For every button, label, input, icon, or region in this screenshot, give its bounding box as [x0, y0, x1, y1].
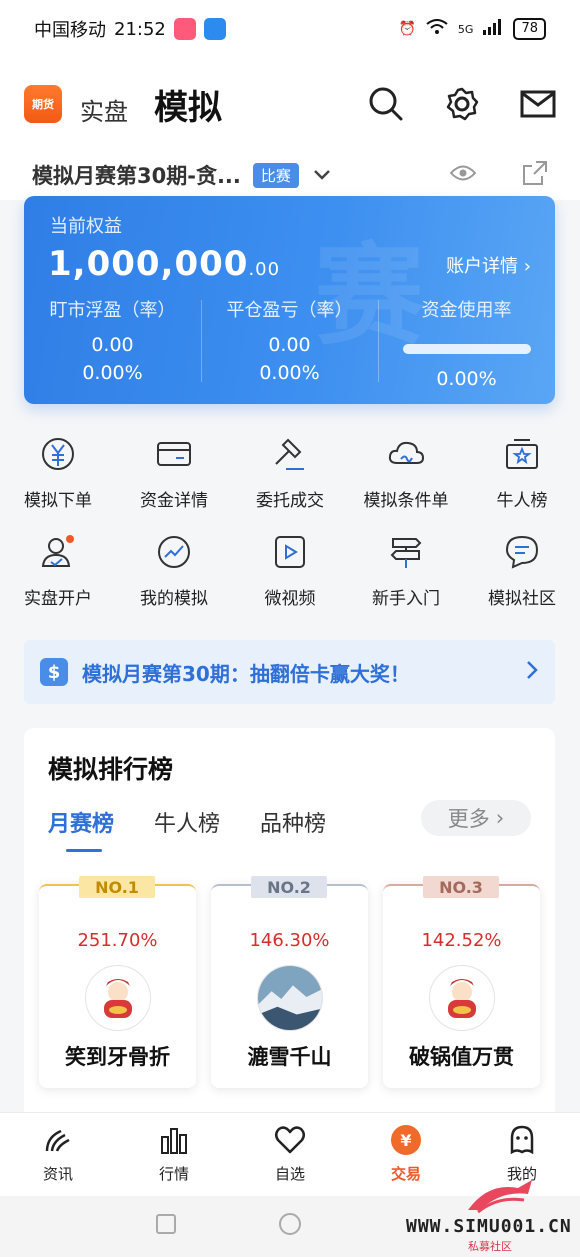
yuan-circle-icon	[38, 434, 78, 474]
home-button[interactable]	[279, 1213, 301, 1235]
competition-badge: 比赛	[252, 162, 299, 188]
chevron-right-icon: ›	[495, 806, 505, 830]
rank-badge: NO.2	[251, 876, 327, 898]
return-percent: 251.70%	[77, 930, 158, 951]
tab-by-product[interactable]: 品种榜	[260, 806, 326, 838]
watermark-url: WWW.SIMU001.CN	[406, 1216, 572, 1237]
search-icon[interactable]	[368, 86, 404, 122]
eye-icon[interactable]	[449, 164, 477, 186]
rank-card-1[interactable]: NO.1 251.70% 笑到牙骨折	[39, 876, 196, 1088]
trader-name: 破锅值万贯	[409, 1045, 514, 1069]
alarm-icon: ⏰	[398, 21, 416, 37]
promo-banner[interactable]: $ 模拟月赛第30期：抽翻倍卡赢大奖！	[24, 640, 555, 704]
avatar	[428, 965, 495, 1031]
return-percent: 142.52%	[421, 930, 502, 951]
grid-my-simulation[interactable]: 我的模拟	[116, 524, 232, 622]
signal-icon	[483, 19, 503, 39]
chat-icon	[502, 532, 542, 572]
tab-top-traders[interactable]: 牛人榜	[154, 806, 220, 838]
grid-fund-detail[interactable]: 资金详情	[116, 426, 232, 524]
user-add-icon	[38, 532, 78, 572]
more-button[interactable]: 更多 ›	[421, 800, 531, 836]
site-watermark: WWW.SIMU001.CN 私募社区	[406, 1176, 578, 1256]
grid-orders-fills[interactable]: 委托成交	[232, 426, 348, 524]
share-icon[interactable]	[522, 160, 548, 190]
grid-micro-video[interactable]: 微视频	[232, 524, 348, 622]
chevron-down-icon[interactable]	[313, 166, 331, 185]
equity-label: 当前权益	[50, 216, 122, 237]
trader-name: 笑到牙骨折	[65, 1045, 170, 1069]
battery-indicator: 78	[513, 18, 546, 40]
rank-badge: NO.3	[423, 876, 499, 898]
feature-grid: 模拟下单 资金详情 委托成交 模拟条件单 牛人榜 实盘开户 我的模拟 微视频 新…	[0, 426, 580, 622]
ranking-title: 模拟排行榜	[48, 755, 174, 784]
promo-text: 模拟月赛第30期：抽翻倍卡赢大奖！	[82, 661, 410, 686]
rank-card-3[interactable]: NO.3 142.52% 破锅值万贯	[383, 876, 540, 1088]
grid-sim-order[interactable]: 模拟下单	[0, 426, 116, 524]
recent-apps-button[interactable]	[156, 1214, 176, 1234]
cloud-icon	[386, 434, 426, 474]
ranking-card: 模拟排行榜 月赛榜 牛人榜 品种榜 更多 › NO.1 251.70% 笑到牙骨…	[24, 728, 555, 1128]
gavel-icon	[270, 434, 310, 474]
tab-news[interactable]: 资讯	[0, 1113, 116, 1196]
watermark-subtitle: 私募社区	[468, 1240, 512, 1253]
tab-market[interactable]: 行情	[116, 1113, 232, 1196]
equity-card: 赛 当前权益 1,000,000.00 账户详情 › 盯市浮盈（率） 0.00 …	[24, 196, 555, 404]
grid-beginner-guide[interactable]: 新手入门	[348, 524, 464, 622]
top-nav: 期货 实盘 模拟	[0, 58, 580, 150]
closed-pnl: 平仓盈亏（率） 0.00 0.00%	[201, 296, 378, 390]
chevron-right-icon: ›	[523, 256, 531, 277]
trader-name: 漉雪千山	[247, 1045, 332, 1069]
dollar-icon: $	[40, 658, 68, 686]
app-logo: 期货	[24, 85, 62, 123]
fund-usage: 资金使用率 0.00%	[378, 296, 555, 390]
app-notification-icon	[203, 18, 226, 40]
tab-real-trading[interactable]: 实盘	[80, 92, 128, 127]
gear-icon[interactable]	[444, 86, 480, 122]
trend-chart-icon	[154, 532, 194, 572]
profile-icon	[505, 1123, 539, 1157]
mail-icon[interactable]	[520, 89, 556, 119]
star-badge-icon	[502, 434, 542, 474]
chevron-right-icon	[525, 660, 539, 684]
return-percent: 146.30%	[249, 930, 330, 951]
signpost-icon	[386, 532, 426, 572]
grid-top-traders[interactable]: 牛人榜	[464, 426, 580, 524]
equity-value: 1,000,000.00	[48, 244, 281, 284]
status-bar: 中国移动 21:52 ⏰ 5G 78	[0, 0, 580, 58]
grid-conditional-order[interactable]: 模拟条件单	[348, 426, 464, 524]
account-selector[interactable]: 模拟月赛第30期-贪... 比赛	[0, 150, 580, 200]
play-icon	[270, 532, 310, 572]
tab-monthly-contest[interactable]: 月赛榜	[48, 806, 114, 852]
carrier-label: 中国移动	[34, 20, 106, 41]
rank-badge: NO.1	[79, 876, 155, 898]
trade-icon: ¥	[389, 1123, 423, 1157]
ranking-tabs: 月赛榜 牛人榜 品种榜	[48, 806, 326, 852]
account-name[interactable]: 模拟月赛第30期-贪...	[32, 160, 241, 190]
watermark-logo	[468, 1180, 532, 1214]
ranking-podium: NO.1 251.70% 笑到牙骨折 NO.2 146.30% 漉雪千山 NO.…	[39, 876, 540, 1088]
wifi-icon	[426, 19, 448, 39]
network-type: 5G	[457, 22, 474, 36]
tab-watchlist[interactable]: 自选	[232, 1113, 348, 1196]
tab-simulation[interactable]: 模拟	[154, 80, 222, 129]
news-icon	[41, 1123, 75, 1157]
heart-icon	[273, 1123, 307, 1157]
clock: 21:52	[114, 18, 166, 40]
app-notification-icon	[173, 18, 196, 40]
floating-pnl: 盯市浮盈（率） 0.00 0.00%	[49, 300, 176, 384]
avatar	[256, 965, 323, 1031]
avatar	[84, 965, 151, 1031]
fund-usage-bar	[402, 344, 531, 354]
grid-open-real-account[interactable]: 实盘开户	[0, 524, 116, 622]
bar-chart-icon	[157, 1123, 191, 1157]
rank-card-2[interactable]: NO.2 146.30% 漉雪千山	[211, 876, 368, 1088]
account-detail-link[interactable]: 账户详情 ›	[446, 252, 531, 278]
card-icon	[154, 434, 194, 474]
grid-sim-community[interactable]: 模拟社区	[464, 524, 580, 622]
